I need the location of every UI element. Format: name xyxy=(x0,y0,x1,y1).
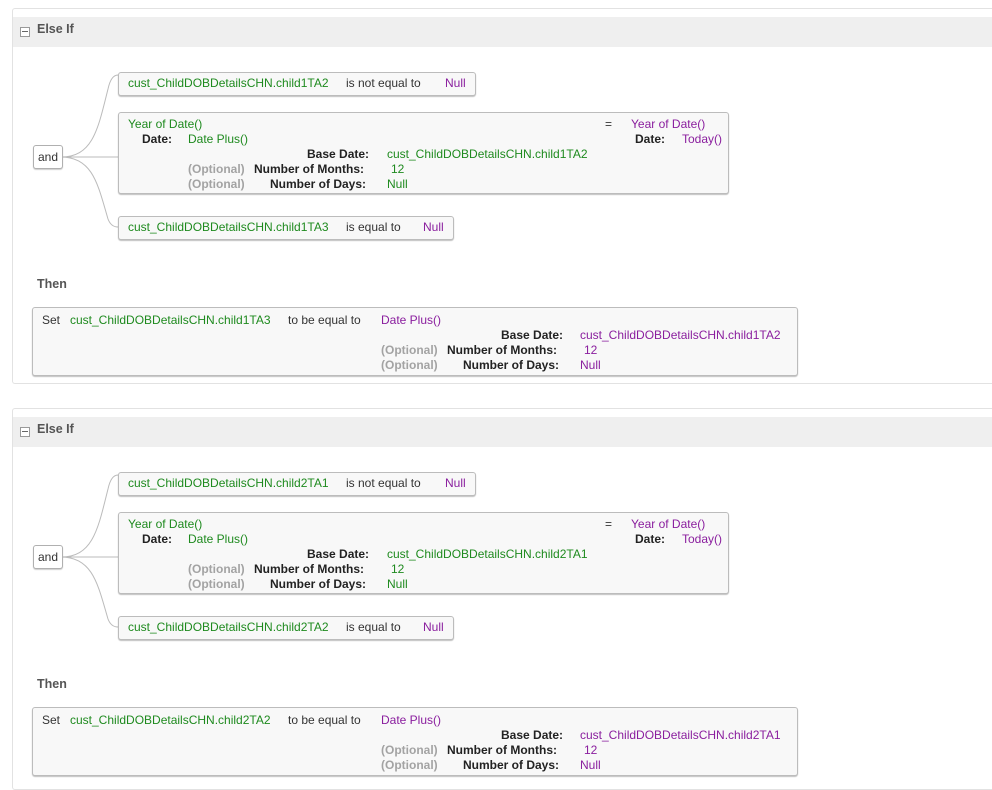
days-label: Number of Days: xyxy=(270,177,367,191)
months-value[interactable]: 12 xyxy=(391,562,404,577)
months-label: Number of Months: xyxy=(447,743,557,757)
set-keyword: Set xyxy=(42,713,61,727)
action-operator: to be equal to xyxy=(288,713,361,727)
condition-operator: is equal to xyxy=(346,620,401,634)
else-if-block-1: Else If and cust_ChildDOBDetailsCHN.chil… xyxy=(12,8,992,384)
months-value[interactable]: 12 xyxy=(391,162,404,177)
right-date-label: Date: xyxy=(635,132,666,146)
condition-operator: is not equal to xyxy=(346,76,421,90)
action-function[interactable]: Date Plus() xyxy=(381,713,441,728)
optional-label: (Optional) xyxy=(381,343,438,357)
right-date-function[interactable]: Today() xyxy=(682,532,722,547)
condition-row[interactable]: cust_ChildDOBDetailsCHN.child2TA2 is equ… xyxy=(118,616,454,640)
base-date-label: Base Date: xyxy=(307,547,370,561)
optional-label: (Optional) xyxy=(381,758,438,772)
condition-field[interactable]: cust_ChildDOBDetailsCHN.child1TA2 xyxy=(128,76,329,91)
date-label: Date: xyxy=(142,132,173,146)
condition-field[interactable]: cust_ChildDOBDetailsCHN.child2TA1 xyxy=(128,476,329,491)
then-label: Then xyxy=(37,277,67,291)
optional-label: (Optional) xyxy=(381,358,438,372)
days-value[interactable]: Null xyxy=(580,758,601,773)
days-value[interactable]: Null xyxy=(580,358,601,373)
condition-value[interactable]: Null xyxy=(445,476,466,491)
left-function[interactable]: Year of Date() xyxy=(128,517,202,532)
condition-field[interactable]: cust_ChildDOBDetailsCHN.child2TA2 xyxy=(128,620,329,635)
months-value[interactable]: 12 xyxy=(584,343,597,358)
base-date-value[interactable]: cust_ChildDOBDetailsCHN.child1TA2 xyxy=(580,328,781,343)
condition-operator: is not equal to xyxy=(346,476,421,490)
and-operator[interactable]: and xyxy=(33,545,63,569)
days-label: Number of Days: xyxy=(270,577,367,591)
condition-connector-lines xyxy=(60,74,119,228)
months-label: Number of Months: xyxy=(447,343,557,357)
right-function[interactable]: Year of Date() xyxy=(631,517,705,532)
condition-row[interactable]: cust_ChildDOBDetailsCHN.child2TA1 is not… xyxy=(118,472,476,496)
action-field[interactable]: cust_ChildDOBDetailsCHN.child1TA3 xyxy=(70,313,271,328)
and-operator[interactable]: and xyxy=(33,145,63,169)
months-label: Number of Months: xyxy=(254,162,364,176)
right-date-function[interactable]: Today() xyxy=(682,132,722,147)
optional-label: (Optional) xyxy=(188,177,245,191)
days-label: Number of Days: xyxy=(463,358,560,372)
action-operator: to be equal to xyxy=(288,313,361,327)
right-function[interactable]: Year of Date() xyxy=(631,117,705,132)
base-date-value[interactable]: cust_ChildDOBDetailsCHN.child2TA1 xyxy=(387,547,588,562)
optional-label: (Optional) xyxy=(381,743,438,757)
optional-label: (Optional) xyxy=(188,562,245,576)
condition-value[interactable]: Null xyxy=(423,220,444,235)
date-function[interactable]: Date Plus() xyxy=(188,132,248,147)
optional-label: (Optional) xyxy=(188,577,245,591)
then-action[interactable]: Set cust_ChildDOBDetailsCHN.child1TA3 to… xyxy=(32,307,798,376)
equals-operator: = xyxy=(605,117,613,131)
months-value[interactable]: 12 xyxy=(584,743,597,758)
base-date-label: Base Date: xyxy=(307,147,370,161)
base-date-value[interactable]: cust_ChildDOBDetailsCHN.child1TA2 xyxy=(387,147,588,162)
condition-connector-lines xyxy=(60,474,119,628)
then-action[interactable]: Set cust_ChildDOBDetailsCHN.child2TA2 to… xyxy=(32,707,798,776)
action-function[interactable]: Date Plus() xyxy=(381,313,441,328)
base-date-label: Base Date: xyxy=(501,728,564,742)
right-date-label: Date: xyxy=(635,532,666,546)
action-field[interactable]: cust_ChildDOBDetailsCHN.child2TA2 xyxy=(70,713,271,728)
condition-row-expression[interactable]: Year of Date() Date: Date Plus() Base Da… xyxy=(118,112,729,194)
then-label: Then xyxy=(37,677,67,691)
optional-label: (Optional) xyxy=(188,162,245,176)
condition-value[interactable]: Null xyxy=(423,620,444,635)
equals-operator: = xyxy=(605,517,613,531)
else-if-header xyxy=(13,17,992,47)
condition-value[interactable]: Null xyxy=(445,76,466,91)
condition-field[interactable]: cust_ChildDOBDetailsCHN.child1TA3 xyxy=(128,220,329,235)
left-function[interactable]: Year of Date() xyxy=(128,117,202,132)
days-value[interactable]: Null xyxy=(387,177,408,192)
date-label: Date: xyxy=(142,532,173,546)
base-date-value[interactable]: cust_ChildDOBDetailsCHN.child2TA1 xyxy=(580,728,781,743)
condition-row-expression[interactable]: Year of Date() Date: Date Plus() Base Da… xyxy=(118,512,729,594)
date-function[interactable]: Date Plus() xyxy=(188,532,248,547)
base-date-label: Base Date: xyxy=(501,328,564,342)
else-if-block-2: Else If and cust_ChildDOBDetailsCHN.chil… xyxy=(12,408,992,790)
days-label: Number of Days: xyxy=(463,758,560,772)
condition-row[interactable]: cust_ChildDOBDetailsCHN.child1TA3 is equ… xyxy=(118,216,454,240)
days-value[interactable]: Null xyxy=(387,577,408,592)
else-if-header xyxy=(13,417,992,447)
condition-row[interactable]: cust_ChildDOBDetailsCHN.child1TA2 is not… xyxy=(118,72,476,96)
condition-operator: is equal to xyxy=(346,220,401,234)
months-label: Number of Months: xyxy=(254,562,364,576)
set-keyword: Set xyxy=(42,313,61,327)
